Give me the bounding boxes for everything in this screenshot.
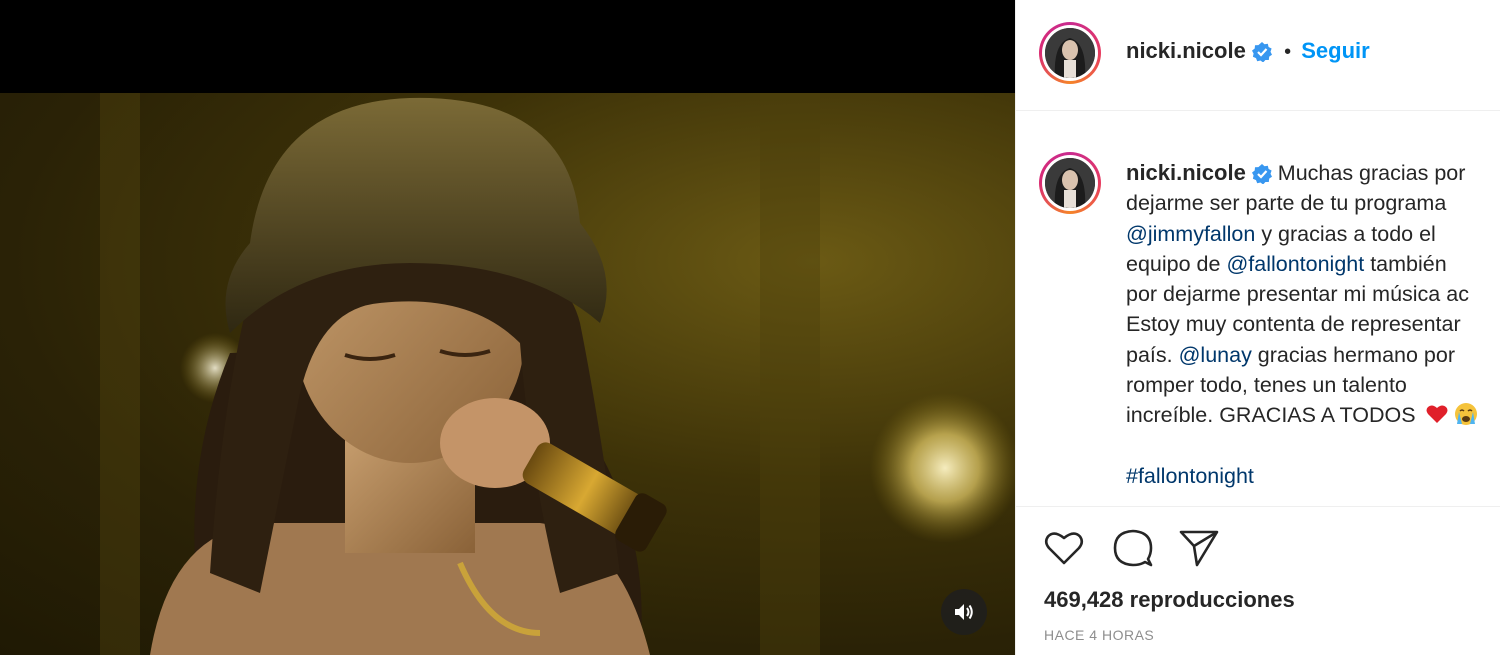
mention-link-jimmyfallon[interactable]: @jimmyfallon (1126, 222, 1255, 246)
caption-text: equipo de (1126, 251, 1227, 276)
post-caption: nicki.nicole Muchas gracias por dejarme … (1126, 158, 1500, 491)
video-player[interactable] (0, 0, 1015, 655)
comment-icon (1113, 529, 1153, 567)
video-still-image (100, 93, 1015, 655)
verified-badge-icon (1251, 164, 1272, 185)
caption-text: gracias hermano por (1251, 342, 1455, 367)
mention-link-fallontonight[interactable]: @fallontonight (1226, 252, 1364, 276)
caption-username-link[interactable]: nicki.nicole (1126, 160, 1246, 185)
follow-button[interactable]: Seguir (1301, 38, 1369, 63)
avatar[interactable] (1039, 22, 1101, 84)
post-header: nicki.nicole • Seguir (1016, 0, 1500, 111)
hashtag-link[interactable]: #fallontonight (1126, 464, 1254, 488)
caption-avatar-image (1045, 158, 1095, 208)
caption-line: equipo de @fallontonight también (1126, 249, 1500, 279)
caption-text: por dejarme presentar mi música ac (1126, 282, 1469, 307)
caption-line: romper todo, tenes un talento (1126, 370, 1500, 400)
username-link[interactable]: nicki.nicole (1126, 38, 1246, 63)
caption-text: dejarme ser parte de tu programa (1126, 191, 1447, 216)
mention-link-lunay[interactable]: @lunay (1179, 343, 1252, 367)
post-sidebar: nicki.nicole • Seguir nicki.nicole Mucha… (1015, 0, 1500, 655)
caption-line (1126, 431, 1500, 461)
caption-avatar[interactable] (1039, 152, 1101, 214)
caption-line: increíble. GRACIAS A TODOS (1126, 400, 1500, 430)
caption-line: Estoy muy contenta de representar (1126, 309, 1500, 339)
caption-text: Muchas gracias por (1277, 161, 1466, 185)
header-user-row: nicki.nicole • Seguir (1126, 38, 1370, 64)
caption-line: país. @lunay gracias hermano por (1126, 340, 1500, 370)
post-actions: 469,428 reproducciones HACE 4 HORAS (1016, 506, 1500, 655)
caption-line: @jimmyfallon y gracias a todo el (1126, 219, 1500, 249)
avatar-image (1045, 28, 1095, 78)
verified-badge-icon (1251, 42, 1272, 63)
caption-text: increíble. GRACIAS A TODOS (1126, 403, 1416, 428)
crying-face-emoji (1454, 403, 1477, 426)
caption-text: romper todo, tenes un talento (1126, 373, 1407, 398)
separator-dot: • (1284, 41, 1292, 63)
caption-line: dejarme ser parte de tu programa (1126, 188, 1500, 218)
view-count[interactable]: 469,428 reproducciones (1044, 587, 1295, 613)
red-heart-emoji (1426, 405, 1448, 424)
like-button[interactable] (1044, 530, 1084, 570)
caption-line: nicki.nicole Muchas gracias por (1126, 158, 1500, 188)
caption-text: Estoy muy contenta de representar (1126, 312, 1461, 337)
caption-text: país. (1126, 342, 1179, 367)
comment-button[interactable] (1113, 529, 1153, 571)
mute-button[interactable] (941, 589, 987, 635)
post-timestamp[interactable]: HACE 4 HORAS (1044, 627, 1154, 643)
caption-text: también (1364, 251, 1447, 276)
video-frame[interactable] (0, 93, 1015, 655)
share-button[interactable] (1179, 529, 1219, 571)
heart-icon (1044, 532, 1084, 565)
send-icon (1179, 530, 1219, 567)
caption-line: #fallontonight (1126, 461, 1500, 491)
caption-text: y gracias a todo el (1255, 221, 1436, 246)
volume-icon (955, 604, 973, 620)
caption-line: por dejarme presentar mi música ac (1126, 279, 1500, 309)
